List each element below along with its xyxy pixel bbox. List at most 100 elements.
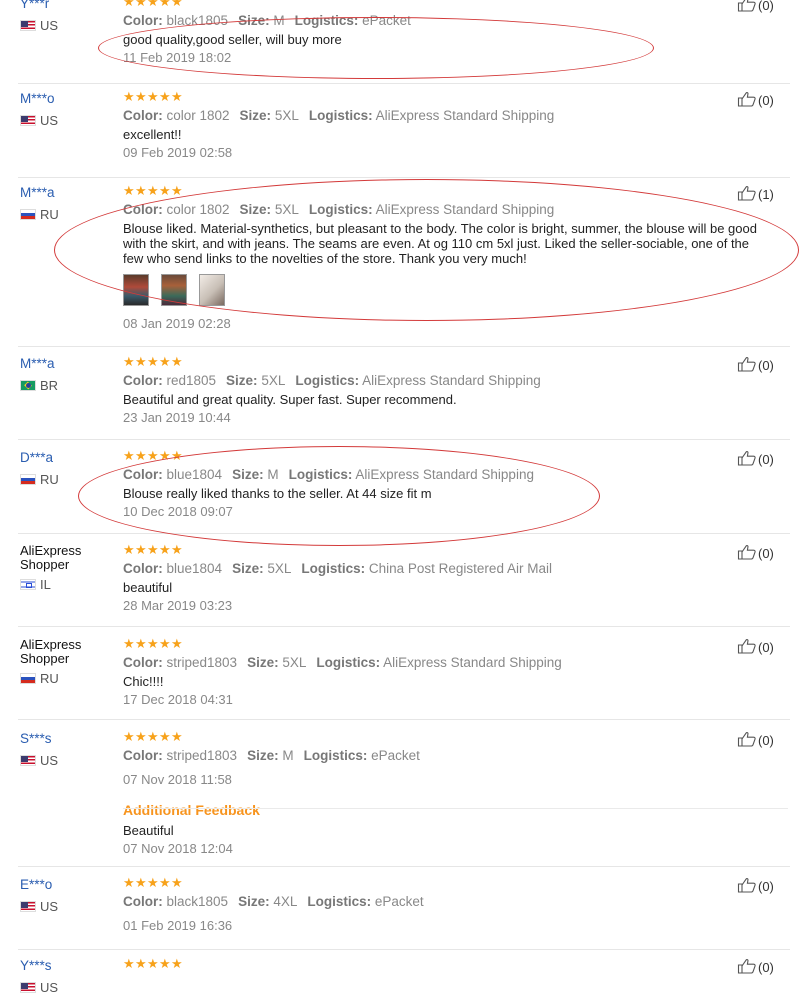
star-icon: ★ (135, 542, 147, 557)
star-icon: ★ (147, 875, 159, 890)
flag-us-icon (20, 982, 36, 993)
star-icon: ★ (135, 354, 147, 369)
review-body: ★★★★★ Color: black1805 Size: 4XL Logistics:… (123, 875, 783, 934)
helpful-button[interactable]: (0) (737, 731, 774, 750)
review-text: beautiful (123, 580, 173, 595)
helpful-count: (0) (758, 546, 774, 561)
reviewer-country: US (20, 753, 116, 768)
size-value: 5XL (257, 373, 286, 388)
star-icon: ★ (135, 89, 147, 104)
review-photo-thumbnail[interactable] (199, 274, 225, 306)
color-value: red1805 (162, 373, 217, 388)
star-icon: ★ (135, 448, 147, 463)
color-value: striped1803 (162, 655, 238, 670)
helpful-button[interactable]: (0) (737, 450, 774, 469)
helpful-button[interactable]: (1) (737, 185, 774, 204)
thumbs-up-icon (737, 356, 758, 375)
star-icon: ★ (171, 956, 183, 971)
star-icon: ★ (171, 89, 183, 104)
helpful-button[interactable]: (0) (737, 958, 774, 977)
reviewer-country: US (20, 899, 116, 914)
star-icon: ★ (123, 875, 135, 890)
star-icon: ★ (147, 636, 159, 651)
review-divider (18, 626, 790, 627)
reviewer-name[interactable]: Y***s (20, 958, 116, 974)
size-label: Size: (247, 748, 279, 763)
star-icon: ★ (171, 729, 183, 744)
star-icon: ★ (135, 636, 147, 651)
review-text: Blouse really liked thanks to the seller… (123, 486, 432, 501)
helpful-button[interactable]: (0) (737, 638, 774, 657)
logistics-label: Logistics: (308, 202, 373, 217)
star-icon: ★ (135, 0, 147, 9)
review-item: AliExpress Shopper IL ★★★★★ Color: blue1804… (0, 542, 790, 627)
star-icon: ★ (123, 956, 135, 971)
reviewer-name[interactable]: M***o (20, 91, 116, 107)
size-label: Size: (238, 13, 270, 28)
helpful-button[interactable]: (0) (737, 544, 774, 563)
size-label: Size: (239, 202, 272, 217)
star-icon: ★ (147, 89, 159, 104)
review-photo-thumbnail[interactable] (123, 274, 149, 306)
star-icon: ★ (123, 448, 135, 463)
reviewer-info: AliExpress Shopper RU (20, 638, 116, 686)
helpful-count: (0) (758, 358, 774, 373)
star-icon: ★ (171, 0, 183, 9)
helpful-button[interactable]: (0) (737, 0, 774, 15)
star-icon: ★ (123, 89, 135, 104)
reviewer-name[interactable]: D***a (20, 450, 116, 466)
color-value: blue1804 (162, 561, 223, 576)
size-label: Size: (238, 894, 270, 909)
thumbs-up-icon (737, 450, 758, 469)
star-icon: ★ (147, 956, 159, 971)
star-icon: ★ (135, 875, 147, 890)
helpful-count: (0) (758, 960, 774, 975)
helpful-button[interactable]: (0) (737, 356, 774, 375)
country-code: US (40, 980, 59, 995)
reviewer-country: US (20, 18, 116, 33)
country-code: RU (40, 472, 59, 487)
review-date: 08 Jan 2019 02:28 (123, 316, 231, 331)
review-body: ★★★★★ Color: striped1803 Size: 5XL Logistic… (123, 636, 783, 708)
review-photo-thumbnail[interactable] (161, 274, 187, 306)
reviewer-info: Y***r US (20, 0, 116, 33)
size-label: Size: (232, 467, 264, 482)
helpful-button[interactable]: (0) (737, 91, 774, 110)
reviewer-name[interactable]: E***o (20, 877, 116, 893)
star-rating: ★★★★★ (123, 542, 783, 557)
review-body: ★★★★★ Color: striped1803 Size: M Logistics:… (123, 729, 788, 857)
helpful-button[interactable]: (0) (737, 877, 774, 896)
review-body: ★★★★★ (123, 956, 783, 971)
order-attributes: Color: blue1804 Size: 5XL Logistics: China… (123, 560, 783, 577)
country-code: IL (40, 577, 51, 592)
logistics-label: Logistics: (303, 748, 368, 763)
star-icon: ★ (147, 354, 159, 369)
star-rating: ★★★★★ (123, 354, 783, 369)
review-divider (18, 533, 790, 534)
country-code: US (40, 18, 59, 33)
star-icon: ★ (159, 183, 171, 198)
thumbs-up-icon (737, 638, 758, 657)
review-date: 07 Nov 2018 11:58 (123, 772, 232, 787)
star-icon: ★ (159, 354, 171, 369)
star-icon: ★ (171, 448, 183, 463)
logistics-label: Logistics: (288, 467, 353, 482)
reviewer-name[interactable]: M***a (20, 356, 116, 372)
review-text: excellent!! (123, 127, 182, 142)
star-icon: ★ (159, 729, 171, 744)
reviewer-name[interactable]: Y***r (20, 0, 116, 12)
additional-feedback-date: 07 Nov 2018 12:04 (123, 841, 233, 856)
reviewer-name[interactable]: M***a (20, 185, 116, 201)
reviewer-name[interactable]: S***s (20, 731, 116, 747)
star-rating: ★★★★★ (123, 875, 783, 890)
color-label: Color: (123, 748, 163, 763)
country-code: US (40, 113, 59, 128)
star-icon: ★ (135, 956, 147, 971)
size-value: 4XL (269, 894, 298, 909)
logistics-label: Logistics: (301, 561, 366, 576)
logistics-value: AliExpress Standard Shipping (359, 373, 541, 388)
color-value: color 1802 (162, 108, 230, 123)
review-text: Beautiful and great quality. Super fast.… (123, 392, 457, 407)
review-divider (18, 83, 790, 84)
review-item: E***o US ★★★★★ Color: black1805 Size: 4XL Log… (0, 875, 790, 950)
